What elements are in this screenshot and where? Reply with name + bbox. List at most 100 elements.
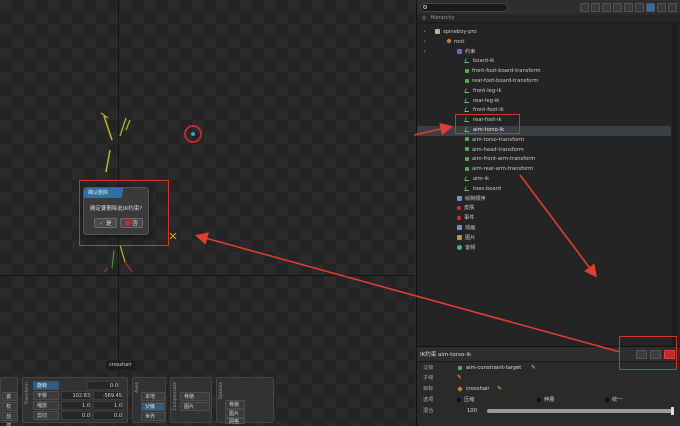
transform-icon [465, 68, 469, 73]
tree-item[interactable]: aim-torso-transform [417, 136, 671, 146]
confirm-delete-dialog: 确认删除 确定要删除此IK约束? ✓ 是 否 [83, 187, 149, 235]
mix-slider-handle[interactable] [671, 407, 674, 415]
compensate-images-button[interactable]: 图片 [180, 402, 210, 411]
parent-value[interactable]: aim-constraint-target [466, 363, 521, 373]
transform-icon [465, 137, 469, 142]
scale-y[interactable]: 1.0 [93, 401, 123, 410]
filter-icon[interactable] [646, 2, 655, 12]
tree-item[interactable]: • 约束 [417, 48, 671, 58]
viewport[interactable]: 确认删除 确定要删除此IK约束? ✓ 是 否 crosshair 姿势 权重 创… [0, 0, 415, 426]
compress-checkbox[interactable]: 压缩 [457, 395, 474, 405]
key-icon[interactable] [635, 2, 644, 12]
rotate-button[interactable]: 旋转 [33, 381, 59, 390]
no-button[interactable]: 否 [119, 218, 144, 228]
target-row: 目标 crosshair ✎ [417, 384, 677, 394]
yes-label: 是 [106, 221, 112, 227]
copy-icon[interactable] [657, 2, 666, 12]
tree-item-label: 动画 [465, 225, 476, 231]
axes-local-button[interactable]: 本地 [141, 392, 165, 401]
brush-icon[interactable] [602, 2, 611, 12]
tree-item[interactable]: rear-leg-ik [417, 97, 671, 107]
options-images[interactable]: 图片 [225, 409, 245, 418]
tree-item[interactable]: toes-board [417, 185, 671, 195]
compensate-bones-button[interactable]: 骨骼 [180, 392, 210, 401]
crosshair-target-ring[interactable] [184, 125, 202, 143]
transform-icon [465, 78, 469, 83]
bone-icon [458, 366, 462, 370]
hierarchy-tree: • spineboy-pro • root • 约束 board-ik front-foot-… [417, 24, 680, 346]
search-input[interactable] [420, 2, 508, 12]
options-mesh[interactable]: 网格 [225, 418, 245, 425]
translate-button[interactable]: 平移 [33, 391, 59, 400]
tree-item[interactable]: front-foot-board-transform [417, 67, 671, 77]
tree-item[interactable]: • spineboy-pro [417, 28, 671, 38]
tree-item[interactable]: front-leg-ik [417, 87, 671, 97]
tree-item-label: root [454, 38, 465, 45]
panel-menu-icon[interactable] [668, 2, 677, 12]
ik-icon [464, 87, 471, 93]
transform-icon [465, 166, 469, 171]
translate-x[interactable]: 102.83 [61, 391, 91, 400]
mix-slider-fill [487, 407, 674, 415]
compensate-label: Compensate [173, 382, 178, 411]
skeleton-bones[interactable] [0, 0, 415, 426]
options-bones[interactable]: 骨骼 [225, 400, 245, 409]
tree-annotation-frame [455, 114, 520, 134]
scale-x[interactable]: 1.0 [61, 401, 91, 410]
pose-group: 姿势 权重 创建 [0, 377, 18, 426]
shear-x[interactable]: 0.0 [61, 411, 91, 420]
weights-button[interactable]: 权重 [2, 402, 18, 419]
edit-target-icon[interactable]: ✎ [497, 384, 502, 394]
tree-item[interactable]: 绘制顺序 [417, 195, 671, 205]
tree-item-label: front-foot-board-transform [472, 68, 541, 75]
ik-icon [464, 176, 471, 181]
child-row: 子级 ✎ [417, 373, 677, 383]
tree-item[interactable]: aim-front-arm-transform [417, 155, 671, 165]
shear-y[interactable]: 0.0 [93, 411, 123, 420]
tree-scrollbar[interactable] [672, 24, 678, 346]
tree-item[interactable]: aim-rear-arm-transform [417, 165, 671, 175]
up-arrow-icon[interactable] [580, 2, 589, 12]
uniform-checkbox[interactable]: 统一 [605, 395, 622, 405]
down-arrow-icon[interactable] [591, 2, 600, 12]
create-button[interactable]: 创建 [2, 412, 18, 426]
tree-item-label: aim-front-arm-transform [472, 156, 536, 163]
ik-icon [464, 185, 471, 191]
visibility-dot-icon[interactable]: • [423, 28, 426, 38]
scale-button[interactable]: 缩放 [33, 401, 59, 410]
edit-child-icon[interactable]: ✎ [457, 373, 462, 383]
tree-item[interactable]: 动画 [417, 224, 671, 234]
tree-item[interactable]: aim-ik [417, 175, 671, 185]
tree-item[interactable]: 图片 [417, 234, 671, 244]
tree-item[interactable]: board-ik [417, 57, 671, 67]
mix-slider[interactable] [487, 407, 674, 415]
mix-value[interactable]: 100 [467, 406, 477, 416]
target-value[interactable]: crosshair [466, 384, 490, 394]
axes-world-button[interactable]: 世界 [141, 412, 165, 421]
tree-item[interactable]: aim-head-transform [417, 146, 671, 156]
pose-button[interactable]: 姿势 [2, 392, 18, 409]
edit-parent-icon[interactable]: ✎ [531, 363, 536, 373]
translate-y[interactable]: -569.45 [93, 391, 123, 400]
visibility-dot-icon[interactable]: • [423, 48, 426, 58]
refresh-icon[interactable] [613, 2, 622, 12]
transform-group: Transform 旋转 0.0 平移 102.83 -569.45 缩放 1.… [22, 377, 128, 423]
tree-item[interactable]: rear-foot-board-transform [417, 77, 671, 87]
visibility-dot-icon[interactable]: • [423, 38, 426, 48]
target-label: 目标 [423, 386, 434, 392]
axes-parent-button[interactable]: 父级 [141, 402, 165, 411]
no-label: 否 [132, 221, 139, 227]
dialog-message: 确定要删除此IK约束? [90, 206, 143, 212]
animation-icon [457, 225, 462, 230]
tree-item[interactable]: 事件 [417, 214, 671, 224]
rotate-value[interactable]: 0.0 [87, 381, 119, 390]
tree-item[interactable]: 音频 [417, 244, 671, 254]
shear-button[interactable]: 剪切 [33, 411, 59, 420]
tree-item[interactable]: • root [417, 38, 671, 48]
tree-item-label: front-foot-ik [473, 107, 504, 114]
yes-button[interactable]: ✓ 是 [94, 218, 117, 228]
stretch-checkbox[interactable]: 伸展 [537, 395, 554, 405]
tree-item[interactable]: 皮肤 [417, 204, 671, 214]
pin-icon[interactable] [624, 2, 633, 12]
audio-icon [457, 244, 462, 250]
